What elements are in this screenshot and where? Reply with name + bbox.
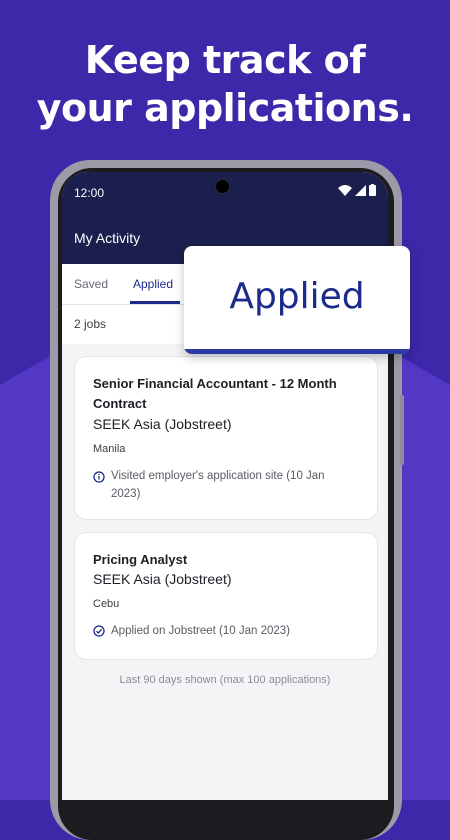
volume-button	[400, 395, 404, 465]
job-list: Senior Financial Accountant - 12 Month C…	[62, 344, 388, 800]
status-time: 12:00	[74, 186, 105, 200]
headline-line-1: Keep track of	[84, 38, 366, 82]
callout-accent-bar	[184, 349, 410, 354]
status-icons	[338, 184, 376, 196]
job-title: Senior Financial Accountant - 12 Month C…	[93, 376, 337, 411]
tab-applied[interactable]: Applied	[133, 277, 173, 291]
job-card[interactable]: Pricing Analyst SEEK Asia (Jobstreet) Ce…	[74, 532, 378, 660]
footer-note: Last 90 days shown (max 100 applications…	[119, 674, 331, 686]
headline: Keep track of your applications.	[0, 36, 450, 132]
tab-saved[interactable]: Saved	[74, 277, 108, 291]
battery-icon	[369, 184, 376, 196]
applied-callout: Applied	[184, 246, 410, 354]
wifi-icon	[338, 184, 352, 196]
job-title: Pricing Analyst	[93, 552, 188, 567]
page-title: My Activity	[74, 230, 141, 246]
check-circle-icon	[93, 625, 105, 637]
job-status-text: Applied on Jobstreet (10 Jan 2023)	[111, 625, 291, 637]
job-count: 2 jobs	[74, 317, 107, 331]
headline-line-2: your applications.	[36, 86, 414, 130]
signal-icon	[355, 184, 366, 196]
job-card[interactable]: Senior Financial Accountant - 12 Month C…	[74, 356, 378, 520]
job-status-text: Visited employer's application site (10 …	[111, 470, 325, 500]
applied-callout-label: Applied	[229, 276, 365, 317]
info-icon	[93, 471, 105, 483]
job-status: Applied on Jobstreet (10 Jan 2023)	[93, 622, 290, 640]
camera-icon	[215, 179, 230, 194]
active-tab-indicator	[130, 301, 180, 304]
job-status: Visited employer's application site (10 …	[93, 467, 351, 503]
job-company: SEEK Asia (Jobstreet)	[93, 571, 232, 587]
job-location: Cebu	[93, 598, 120, 610]
job-location: Manila	[93, 443, 126, 455]
job-company: SEEK Asia (Jobstreet)	[93, 416, 232, 432]
